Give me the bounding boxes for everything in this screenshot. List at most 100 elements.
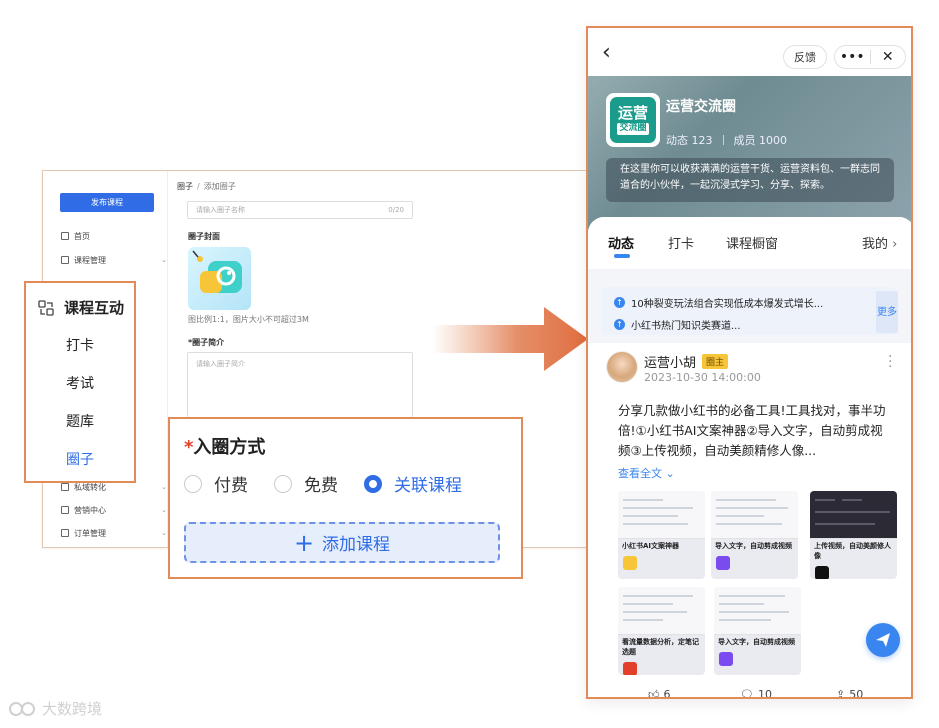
notice-text: 小红书热门知识类赛道... <box>631 321 741 332</box>
radio-label: 关联课程 <box>394 476 462 496</box>
post-image[interactable]: 导入文字，自动剪成视频 <box>711 491 798 579</box>
mini-program-capsule: ••• ✕ <box>834 45 906 69</box>
tab-feed[interactable]: 动态 <box>608 233 634 252</box>
tab-mine[interactable]: 我的 › <box>862 233 897 252</box>
author-name[interactable]: 运营小胡 <box>644 352 696 371</box>
sidebar-item-course[interactable]: 课程管理 ⌄ <box>61 253 167 267</box>
interaction-icon <box>38 299 54 316</box>
menu-group-course-interaction[interactable]: 课程互动 <box>38 297 124 318</box>
logo-text-line2: 交流圈 <box>617 122 649 135</box>
comment-icon: 🗨︎ <box>740 688 754 699</box>
image-preview <box>714 587 801 635</box>
convert-icon <box>61 483 69 491</box>
more-icon[interactable]: ••• <box>835 49 870 65</box>
sidebar-item-label: 订单管理 <box>74 528 106 538</box>
cover-label: 圈子封面 <box>188 232 220 241</box>
tab-bar: 动态 打卡 课程橱窗 我的 › <box>588 217 911 269</box>
notice-more-button[interactable]: 更多 <box>876 291 898 333</box>
feedback-button[interactable]: 反馈 <box>783 45 827 69</box>
radio-option-linked-course[interactable]: 关联课程 <box>364 471 462 496</box>
chevron-down-icon: ⌄ <box>161 256 167 264</box>
post-image[interactable]: 导入文字，自动剪成视频 <box>714 587 801 675</box>
app-icon <box>815 566 829 579</box>
sidebar-item-label: 私域转化 <box>74 482 106 492</box>
circle-name-input[interactable]: 请输入圈子名称 0/20 <box>187 201 413 219</box>
zoom-join-method-callout: *入圈方式 付费 免费 关联课程 + 添加课程 <box>168 417 523 579</box>
chevron-down-icon: ⌄ <box>161 483 167 491</box>
chevron-right-icon: › <box>888 237 898 252</box>
like-button[interactable]: 👍︎ 6 <box>648 688 671 699</box>
radio-label: 付费 <box>214 476 248 496</box>
chevron-down-icon: ⌄ <box>161 529 167 537</box>
image-preview <box>618 587 705 635</box>
tab-course-showcase[interactable]: 课程橱窗 <box>726 233 778 252</box>
add-course-button[interactable]: + 添加课程 <box>184 522 500 563</box>
share-icon: ⇪ <box>836 688 846 699</box>
right-arrow-icon <box>432 307 588 371</box>
comment-button[interactable]: 🗨︎ 10 <box>740 688 772 699</box>
post-author: 运营小胡 圈主 <box>644 352 729 371</box>
tab-checkin[interactable]: 打卡 <box>668 233 694 252</box>
pin-icon: ↑ <box>614 297 625 308</box>
post-image[interactable]: 上传视频，自动美颜修人像 <box>810 491 897 579</box>
stats-divider <box>722 135 724 145</box>
input-placeholder: 请输入圈子名称 <box>196 206 245 214</box>
join-method-label: 入圈方式 <box>193 437 266 458</box>
cover-illustration-icon <box>192 250 242 293</box>
menu-item-question-bank[interactable]: 题库 <box>66 411 94 431</box>
breadcrumb-parent[interactable]: 圈子 <box>177 182 193 191</box>
app-icon <box>716 556 730 570</box>
logo-text-line1: 运营 <box>617 104 648 123</box>
radio-option-free[interactable]: 免费 <box>274 471 338 496</box>
post-image[interactable]: 看流量数据分析，定笔记选题 <box>618 587 705 675</box>
radio-button-selected[interactable] <box>364 474 382 493</box>
sidebar-item-marketing[interactable]: 营销中心 ⌄ <box>61 503 167 517</box>
share-button[interactable]: ⇪ 50 <box>836 688 863 699</box>
pin-icon: ↑ <box>614 319 625 330</box>
cover-image[interactable] <box>188 247 251 310</box>
breadcrumb-separator: / <box>197 182 200 191</box>
kebab-menu-icon[interactable]: · · · <box>888 350 892 374</box>
sidebar-item-order[interactable]: 订单管理 ⌄ <box>61 526 167 540</box>
menu-item-checkin[interactable]: 打卡 <box>66 335 94 355</box>
comment-count: 10 <box>757 688 772 699</box>
image-caption: 看流量数据分析，定笔记选题 <box>622 638 699 656</box>
avatar[interactable] <box>606 351 638 383</box>
sidebar-item-label: 首页 <box>74 231 90 241</box>
radio-option-paid[interactable]: 付费 <box>184 471 248 496</box>
notice-item[interactable]: ↑ 10种裂变玩法组合实现低成本爆发式增长... <box>614 295 823 310</box>
menu-item-exam[interactable]: 考试 <box>66 373 94 393</box>
breadcrumb: 圈子 / 添加圈子 <box>177 181 236 192</box>
close-icon[interactable]: ✕ <box>871 49 906 65</box>
chevron-down-icon: ⌄ <box>665 467 675 480</box>
posts-count: 动态 123 <box>666 134 713 147</box>
cover-hint: 图比例1:1，图片大小不可超过3M <box>188 315 309 324</box>
join-method-title: *入圈方式 <box>184 433 265 459</box>
like-count: 6 <box>663 688 671 699</box>
publish-course-button[interactable]: 发布课程 <box>60 193 154 212</box>
expand-link[interactable]: 查看全文 ⌄ <box>618 465 675 481</box>
chevron-down-icon: ⌄ <box>161 506 167 514</box>
required-mark: * <box>184 437 194 458</box>
menu-item-circle[interactable]: 圈子 <box>66 449 94 469</box>
radio-button[interactable] <box>184 474 202 493</box>
sidebar-item-home[interactable]: 首页 <box>61 229 161 243</box>
radio-button[interactable] <box>274 474 292 493</box>
notice-item[interactable]: ↑ 小红书热门知识类赛道... <box>614 317 741 332</box>
menu-group-title: 课程互动 <box>64 299 125 317</box>
add-course-label: 添加课程 <box>322 535 391 555</box>
tab-label: 我的 <box>862 237 889 252</box>
app-icon <box>623 556 637 570</box>
image-caption: 小红书AI文案神器 <box>622 542 680 550</box>
image-caption: 导入文字，自动剪成视频 <box>715 542 792 550</box>
circle-logo: 运营 交流圈 <box>606 93 660 147</box>
back-arrow-icon[interactable]: ‹ <box>602 40 611 65</box>
circle-name: 运营交流圈 <box>666 99 736 115</box>
watermark-text: 大数跨境 <box>42 700 103 718</box>
publish-post-button[interactable] <box>866 623 900 657</box>
members-count[interactable]: 成员 1000 <box>734 132 788 148</box>
breadcrumb-current: 添加圈子 <box>203 182 236 191</box>
join-method-radio-group: 付费 免费 关联课程 <box>184 471 462 496</box>
post-image[interactable]: 小红书AI文案神器 <box>618 491 705 579</box>
send-icon <box>876 633 890 647</box>
